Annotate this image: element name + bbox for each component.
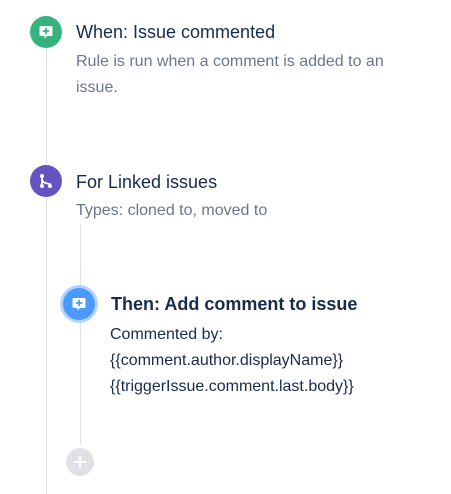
action-detail-line: {{comment.author.displayName}}: [110, 352, 344, 369]
action-title[interactable]: Then: Add comment to issue: [111, 294, 357, 315]
plus-icon: [73, 455, 87, 469]
action-detail-line: {{triggerIssue.comment.last.body}}: [110, 378, 354, 395]
flow-line-branch: [80, 224, 81, 445]
rule-flow: When: Issue commented Rule is run when a…: [0, 0, 451, 494]
branch-description: Types: cloned to, moved to: [76, 202, 268, 219]
trigger-description: Rule is run when a comment is added to a…: [76, 53, 384, 96]
flow-line-main: [46, 48, 47, 494]
trigger-comment-plus-icon[interactable]: [30, 16, 62, 48]
action-details: Commented by: {{comment.author.displayNa…: [110, 322, 354, 400]
add-step-button[interactable]: [66, 448, 94, 476]
action-comment-plus-icon[interactable]: [63, 288, 95, 320]
branch-icon[interactable]: [30, 165, 62, 197]
branch-title[interactable]: For Linked issues: [76, 172, 217, 193]
trigger-title[interactable]: When: Issue commented: [76, 22, 275, 43]
action-detail-line: Commented by:: [110, 326, 223, 343]
